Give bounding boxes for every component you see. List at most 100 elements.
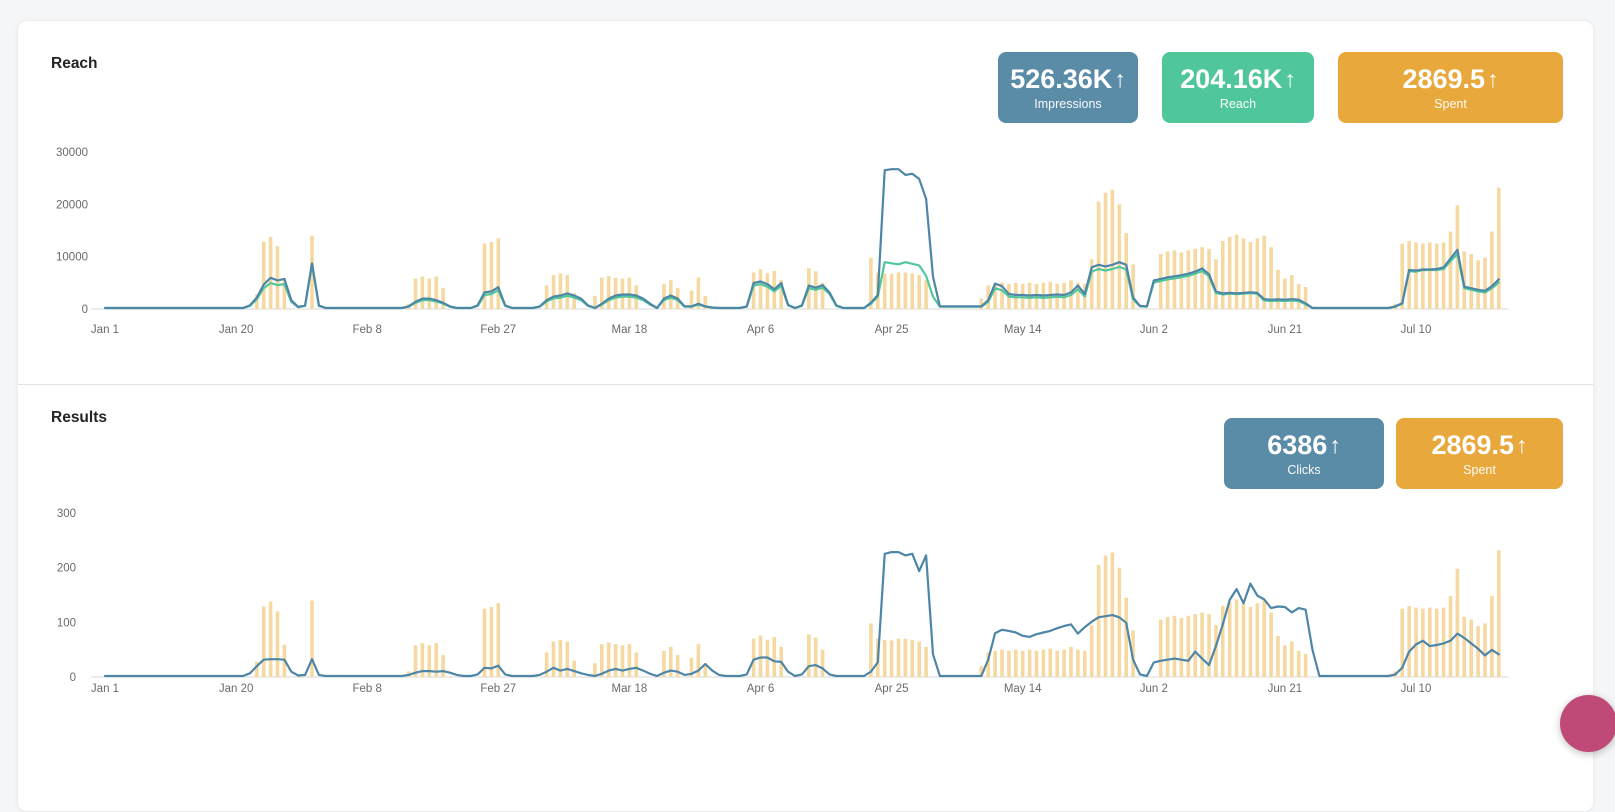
- spent-bar: [889, 273, 894, 309]
- spent-bar: [1290, 275, 1294, 309]
- spent-bar: [275, 246, 280, 309]
- reach-kpi-badges: 526.36K ↑ Impressions 204.16K ↑ Reach 28…: [998, 52, 1563, 123]
- spent-bar: [765, 273, 770, 309]
- spent-bar: [1179, 618, 1184, 677]
- spent-bar: [882, 273, 887, 309]
- clicks-kpi-value: 6386: [1267, 429, 1328, 460]
- spent-bar: [1227, 236, 1232, 309]
- spent-bar: [924, 280, 928, 309]
- spent-bar: [261, 241, 266, 309]
- spent-bar: [420, 276, 425, 309]
- spent-bar: [1221, 241, 1225, 309]
- spent-bar: [1469, 619, 1473, 677]
- results-chart[interactable]: 0 100 200 300 Jan 1 Jan 20 Feb 8 Feb 27 Mar 18 Ap…: [18, 491, 1578, 706]
- spent-bar: [627, 644, 632, 677]
- spent-bar: [1020, 650, 1025, 677]
- spent-bar: [261, 606, 266, 677]
- x-axis-tick-label: Jun 21: [1268, 683, 1303, 695]
- spent-bar: [427, 278, 432, 309]
- spent-bar: [1434, 243, 1439, 309]
- analytics-card: Reach 526.36K ↑ Impressions 204.16K ↑ Re…: [17, 20, 1594, 812]
- reach-chart[interactable]: 0 10000 20000 30000 Jan 1 Jan 20 Feb 8 Feb 27 Ma…: [18, 136, 1578, 351]
- spent-bar: [751, 638, 756, 677]
- spent-bar: [917, 275, 921, 309]
- spent-bar: [606, 276, 611, 309]
- x-axis-tick-label: Jun 2: [1140, 324, 1168, 336]
- spent-bar: [917, 641, 921, 677]
- spent-bar: [675, 655, 680, 677]
- x-axis-tick-label: Mar 18: [612, 683, 648, 695]
- clicks-line: [103, 550, 1500, 678]
- spent-bar: [1186, 615, 1191, 677]
- spent-bar: [551, 275, 556, 309]
- spent-bar: [634, 652, 639, 677]
- x-axis-tick-label: Jan 20: [219, 324, 254, 336]
- spent-bar: [1096, 564, 1101, 677]
- impressions-kpi-label: Impressions: [1034, 96, 1102, 111]
- reach-kpi-value: 204.16K: [1180, 63, 1283, 94]
- spent-bar: [496, 238, 501, 309]
- spent-bar: [1179, 252, 1184, 309]
- spent-bar: [1241, 238, 1246, 309]
- x-axis-tick-label: Feb 27: [480, 324, 516, 336]
- spent-bar: [1462, 616, 1467, 677]
- spent-bar: [627, 277, 632, 309]
- y-axis-tick-label: 20000: [56, 199, 88, 211]
- x-axis-tick-label: Feb 27: [480, 683, 516, 695]
- spent-bar: [1083, 650, 1087, 677]
- spent-bar: [434, 276, 438, 309]
- spent-bar: [903, 272, 908, 309]
- spent-bar: [1296, 283, 1301, 309]
- spent-bar: [1483, 623, 1487, 677]
- spent-kpi-badge: 2869.5 ↑ Spent: [1338, 52, 1563, 123]
- spent-bar: [669, 646, 673, 677]
- x-axis-tick-label: Jan 1: [91, 324, 119, 336]
- spent-bar: [268, 601, 273, 677]
- y-axis-tick-label: 100: [57, 617, 76, 629]
- spent-kpi-value: 2869.5: [1431, 429, 1515, 460]
- spent-bar: [889, 640, 894, 677]
- spent-bar: [1034, 650, 1039, 677]
- spent-bar: [1007, 650, 1011, 677]
- x-axis-tick-label: Feb 8: [352, 683, 381, 695]
- spent-bar: [1497, 550, 1501, 677]
- spent-bar: [1255, 238, 1260, 309]
- spent-bar: [1158, 619, 1163, 677]
- spent-bar: [1269, 612, 1273, 677]
- spent-bar: [1234, 599, 1239, 677]
- spent-bar: [1407, 605, 1411, 677]
- x-axis-tick-label: Jun 2: [1140, 683, 1168, 695]
- spent-bar: [924, 646, 928, 677]
- x-axis-tick-label: Jul 10: [1401, 324, 1432, 336]
- spent-kpi-badge: 2869.5 ↑ Spent: [1396, 418, 1563, 489]
- spent-bar: [1193, 614, 1197, 677]
- spent-bar: [1172, 250, 1177, 309]
- spent-bar: [910, 639, 915, 677]
- y-axis-tick-label: 200: [57, 563, 76, 575]
- up-arrow-icon: ↑: [1284, 65, 1296, 92]
- spent-bar: [813, 637, 818, 677]
- spent-bar: [903, 638, 908, 677]
- spent-bar: [1448, 596, 1453, 677]
- chat-fab-button[interactable]: [1560, 695, 1615, 752]
- spent-bar: [1103, 192, 1108, 309]
- x-axis-tick-label: May 14: [1004, 324, 1042, 336]
- spent-bar: [613, 277, 618, 309]
- spent-bar: [807, 634, 811, 677]
- up-arrow-icon: ↑: [1487, 65, 1499, 92]
- spent-bar: [1055, 650, 1059, 677]
- spent-bar: [1048, 648, 1053, 677]
- spent-bar: [1248, 242, 1253, 309]
- spent-bar: [310, 600, 314, 677]
- impressions-line: [103, 168, 1500, 310]
- spent-bar: [551, 641, 556, 677]
- x-axis-tick-label: Jan 20: [219, 683, 254, 695]
- section-divider: [18, 384, 1593, 385]
- spent-bar: [1172, 615, 1177, 677]
- y-axis-tick-label: 0: [70, 672, 76, 684]
- spent-bar: [1069, 646, 1073, 677]
- spent-bar: [1234, 234, 1239, 309]
- spent-bar: [544, 285, 549, 309]
- spent-bar: [1027, 649, 1032, 677]
- up-arrow-icon: ↑: [1329, 431, 1341, 458]
